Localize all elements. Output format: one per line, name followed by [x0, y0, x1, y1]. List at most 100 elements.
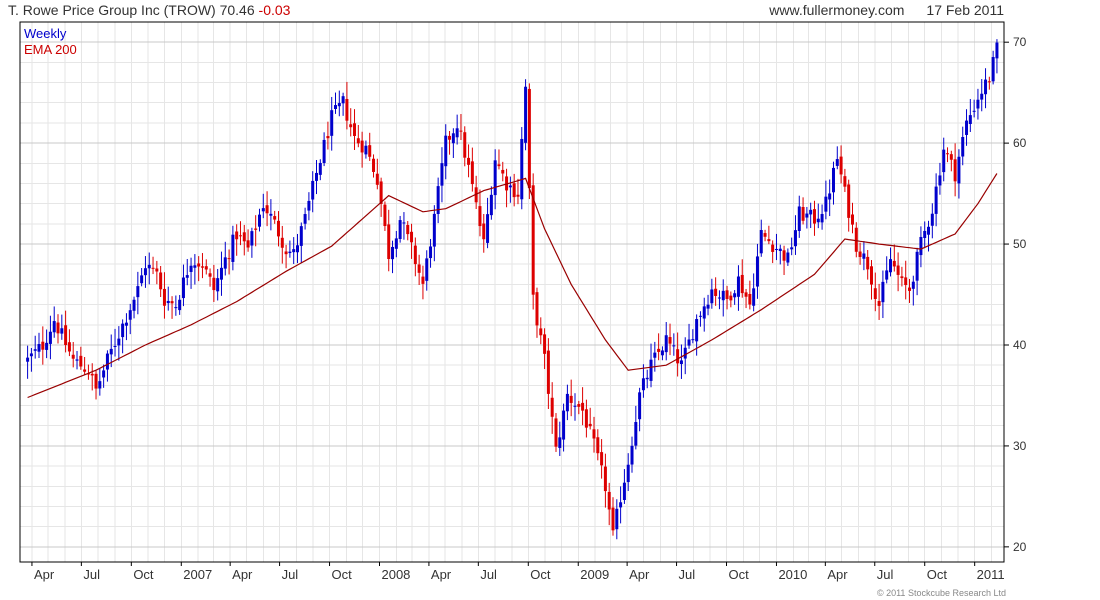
x-tick-label: Oct [729, 567, 750, 582]
candle-down [748, 293, 752, 305]
candle-down [372, 158, 376, 172]
candle-down [155, 268, 159, 272]
x-tick-label: Oct [927, 567, 948, 582]
candle-down [577, 404, 581, 407]
candle-up [102, 370, 106, 378]
candle-up [189, 265, 193, 272]
candle-down [212, 277, 216, 291]
x-tick-label: Oct [332, 567, 353, 582]
candle-up [269, 213, 273, 216]
candle-down [67, 342, 71, 352]
candle-down [41, 341, 45, 350]
candle-down [908, 287, 912, 291]
candle-up [52, 321, 56, 333]
candle-down [896, 265, 900, 275]
candle-down [235, 231, 239, 240]
candle-down [527, 88, 531, 188]
candle-down [238, 235, 242, 237]
candle-up [968, 115, 972, 125]
candle-down [858, 251, 862, 257]
candle-up [250, 231, 254, 246]
legend-label: Weekly [24, 26, 67, 41]
y-tick-label: 50 [1013, 237, 1027, 251]
candle-down [463, 132, 467, 158]
y-tick-label: 30 [1013, 439, 1027, 453]
candle-down [159, 272, 163, 290]
candle-up [930, 213, 934, 226]
candle-up [565, 393, 569, 412]
candle-up [695, 319, 699, 342]
candle-up [972, 110, 976, 112]
candle-up [710, 289, 714, 304]
candle-down [569, 395, 573, 403]
candle-down [356, 138, 360, 144]
candle-up [444, 135, 448, 167]
candle-up [451, 133, 455, 144]
candle-down [482, 223, 486, 240]
candle-up [995, 42, 999, 59]
candle-up [489, 194, 493, 216]
candle-down [946, 153, 950, 155]
candle-up [786, 252, 790, 263]
candle-down [900, 276, 904, 279]
candle-down [151, 267, 155, 269]
candle-down [79, 355, 83, 367]
x-tick-label: 2011 [977, 567, 1005, 582]
candle-down [516, 194, 520, 197]
y-tick-label: 70 [1013, 35, 1027, 49]
candle-down [771, 244, 775, 252]
candle-down [873, 288, 877, 299]
candle-down [603, 466, 607, 492]
candle-up [938, 175, 942, 186]
candle-up [957, 156, 961, 184]
candle-down [497, 164, 501, 167]
x-tick-label: Jul [877, 567, 894, 582]
candle-up [835, 159, 839, 166]
candle-down [539, 328, 543, 336]
candle-up [132, 299, 136, 311]
candle-up [641, 378, 645, 391]
candle-up [752, 288, 756, 306]
candle-up [683, 347, 687, 359]
candle-down [345, 98, 349, 121]
candle-up [98, 381, 102, 389]
candle-down [459, 130, 463, 132]
x-tick-label: Apr [431, 567, 452, 582]
candle-up [75, 359, 79, 361]
candle-down [284, 251, 288, 255]
candle-down [349, 124, 353, 128]
candle-up [797, 206, 801, 231]
candle-up [508, 185, 512, 188]
x-tick-label: 2010 [778, 567, 807, 582]
candle-down [535, 292, 539, 326]
candle-down [94, 373, 98, 389]
candle-up [672, 345, 676, 347]
candle-down [801, 206, 805, 221]
candle-up [687, 339, 691, 346]
candle-down [550, 397, 554, 417]
candle-down [729, 295, 733, 301]
candle-down [987, 81, 991, 83]
candle-down [467, 157, 471, 165]
candle-up [223, 257, 227, 269]
candle-up [425, 258, 429, 281]
candle-up [805, 213, 809, 218]
candle-down [850, 214, 854, 225]
candle-up [793, 230, 797, 247]
candle-up [105, 353, 109, 370]
candle-down [273, 216, 277, 220]
candle-down [843, 176, 847, 187]
candle-up [558, 437, 562, 448]
candle-down [740, 274, 744, 294]
candle-down [406, 224, 410, 235]
candle-up [117, 338, 121, 346]
candle-down [326, 136, 330, 139]
candle-down [892, 260, 896, 267]
candle-up [702, 306, 706, 319]
candle-down [581, 402, 585, 411]
candle-down [478, 206, 482, 227]
candle-down [611, 507, 615, 531]
candle-down [854, 227, 858, 252]
candle-up [911, 281, 915, 289]
candle-up [231, 234, 235, 262]
